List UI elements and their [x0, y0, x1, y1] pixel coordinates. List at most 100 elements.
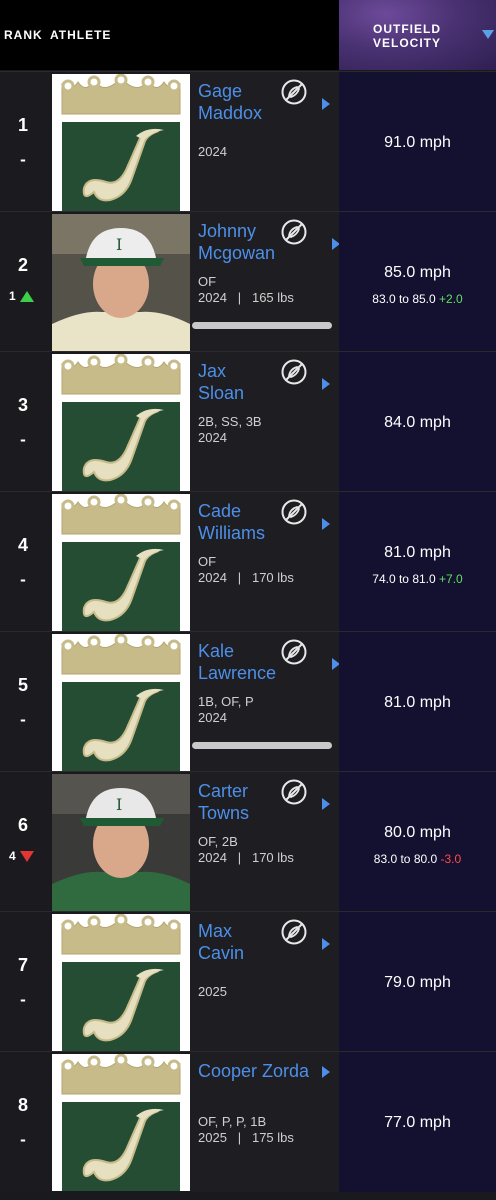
- rank-up-icon: [19, 290, 34, 302]
- leaderboard-row[interactable]: 64 I Carter Towns OF, 2B 2024 | 170 lbs 80.…: [0, 771, 496, 912]
- athlete-positions: OF: [198, 554, 217, 569]
- expand-arrow-icon[interactable]: [322, 938, 330, 950]
- rank-down-icon: [19, 850, 34, 862]
- athlete-info: Johnny Mcgowan OF 2024 | 165 lbs: [190, 212, 340, 352]
- sort-descending-icon[interactable]: [482, 30, 494, 39]
- rank-cell: 64: [0, 772, 50, 912]
- rank-column-header[interactable]: RANK: [4, 28, 43, 42]
- leaderboard-row[interactable]: 21 I Johnny Mcgowan OF 2024 | 165 lbs 85.0 …: [0, 211, 496, 352]
- velocity-cell: 80.0 mph 83.0 to 80.0 -3.0: [339, 772, 496, 912]
- team-logo-image[interactable]: [52, 74, 190, 211]
- team-logo-image[interactable]: [52, 634, 190, 771]
- athlete-positions: 2B, SS, 3B: [198, 414, 262, 429]
- team-logo-image[interactable]: [52, 1054, 190, 1191]
- athlete-class-weight: 2024: [198, 430, 227, 445]
- no-favorite-icon[interactable]: [280, 78, 308, 106]
- rank-cell: 7-: [0, 912, 50, 1052]
- rank-number: 2: [17, 255, 28, 275]
- leaderboard-row[interactable]: 4- Cade Williams OF 2024 | 170 lbs 81.0 mph…: [0, 491, 496, 632]
- velocity-value: 80.0 mph: [384, 824, 451, 841]
- athlete-column-header[interactable]: ATHLETE: [50, 28, 111, 42]
- expand-arrow-icon[interactable]: [322, 798, 330, 810]
- rank-change: -: [20, 570, 26, 589]
- rank-cell: 3-: [0, 352, 50, 492]
- player-photo[interactable]: I: [52, 214, 190, 351]
- velocity-cell: 79.0 mph: [339, 912, 496, 1052]
- velocity-cell: 84.0 mph: [339, 352, 496, 492]
- leaderboard-row[interactable]: 8- Cooper Zorda OF, P, P, 1B 2025 | 175 lb…: [0, 1051, 496, 1192]
- rank-change: -: [20, 710, 26, 729]
- leaderboard-row[interactable]: 7- Max Cavin 2025 79.0 mph: [0, 911, 496, 1052]
- velocity-range: 83.0 to 80.0 -3.0: [373, 852, 462, 866]
- no-favorite-icon[interactable]: [280, 778, 308, 806]
- horizontal-scrollbar[interactable]: [192, 322, 332, 329]
- team-logo-image[interactable]: [52, 354, 190, 491]
- rank-movement: 1: [9, 289, 34, 303]
- velocity-column-header[interactable]: OUTFIELD VELOCITY: [339, 0, 496, 70]
- rank-change: -: [20, 1130, 26, 1149]
- rank-number: 5: [17, 675, 28, 695]
- svg-text:I: I: [116, 795, 122, 814]
- player-photo[interactable]: I: [52, 774, 190, 911]
- horizontal-scrollbar[interactable]: [192, 742, 332, 749]
- rank-change: -: [20, 990, 26, 1009]
- expand-arrow-icon[interactable]: [322, 98, 330, 110]
- velocity-value: 81.0 mph: [384, 694, 451, 711]
- velocity-value: 77.0 mph: [384, 1114, 451, 1131]
- athlete-positions: OF: [198, 274, 217, 289]
- rank-change: -: [20, 430, 26, 449]
- rank-number: 1: [17, 115, 28, 135]
- athlete-info: Jax Sloan 2B, SS, 3B 2024: [190, 352, 339, 492]
- expand-arrow-icon[interactable]: [322, 1066, 330, 1078]
- rank-movement: 4: [9, 849, 34, 863]
- athlete-info: Gage Maddox 2024: [190, 72, 339, 212]
- no-favorite-icon[interactable]: [280, 498, 308, 526]
- rank-cell: 8-: [0, 1052, 50, 1192]
- athlete-name-link[interactable]: Cooper Zorda: [198, 1060, 333, 1082]
- team-logo-image[interactable]: [52, 494, 190, 631]
- athlete-class-weight: 2025 | 175 lbs: [198, 1130, 294, 1145]
- velocity-value: 85.0 mph: [384, 264, 451, 281]
- athlete-positions: OF, P, P, 1B: [198, 1114, 267, 1129]
- leaderboard-row[interactable]: 5 - Kale Lawrence 1B, OF, P 2024 81.0 mph: [0, 631, 496, 772]
- team-logo-image[interactable]: [52, 914, 190, 1051]
- velocity-value: 79.0 mph: [384, 974, 451, 991]
- athlete-class-weight: 2024: [198, 710, 227, 725]
- leaderboard-row[interactable]: 3- Jax Sloan 2B, SS, 3B 2024 84.0 mph: [0, 351, 496, 492]
- no-favorite-icon[interactable]: [280, 358, 308, 386]
- rank-number: 8: [17, 1095, 28, 1115]
- no-favorite-icon[interactable]: [280, 918, 308, 946]
- velocity-range: 74.0 to 81.0 +7.0: [372, 572, 463, 586]
- athlete-class: 2024: [198, 144, 227, 159]
- table-header: RANK ATHLETE OUTFIELD VELOCITY: [0, 0, 496, 70]
- velocity-cell: 81.0 mph 74.0 to 81.0 +7.0: [339, 492, 496, 632]
- velocity-cell: 77.0 mph: [339, 1052, 496, 1192]
- athlete-info: Kale Lawrence 1B, OF, P 2024: [190, 632, 340, 772]
- no-favorite-icon[interactable]: [280, 218, 308, 246]
- athlete-info: Max Cavin 2025: [190, 912, 339, 1052]
- velocity-delta: +7.0: [439, 572, 463, 586]
- athlete-class-weight: 2024 | 170 lbs: [198, 850, 294, 865]
- rank-cell: 1-: [0, 72, 50, 212]
- velocity-cell: 91.0 mph: [339, 72, 496, 212]
- velocity-cell: 85.0 mph 83.0 to 85.0 +2.0: [339, 212, 496, 352]
- athlete-info: Carter Towns OF, 2B 2024 | 170 lbs: [190, 772, 339, 912]
- athlete-info: Cooper Zorda OF, P, P, 1B 2025 | 175 lbs: [190, 1052, 339, 1192]
- rank-number: 3: [17, 395, 28, 415]
- athlete-info: Cade Williams OF 2024 | 170 lbs: [190, 492, 339, 632]
- athlete-positions: OF, 2B: [198, 834, 238, 849]
- athlete-class: 2025: [198, 984, 227, 999]
- rank-number: 6: [17, 815, 28, 835]
- expand-arrow-icon[interactable]: [322, 378, 330, 390]
- leaderboard-row[interactable]: 1- Gage Maddox 2024 91.0 mph: [0, 71, 496, 212]
- rank-cell: 21: [0, 212, 50, 352]
- velocity-column-label: OUTFIELD VELOCITY: [372, 22, 441, 50]
- rank-change: -: [20, 150, 26, 169]
- no-favorite-icon[interactable]: [280, 638, 308, 666]
- velocity-value: 81.0 mph: [384, 544, 451, 561]
- rank-number: 7: [17, 955, 28, 975]
- rank-move-count: 1: [9, 289, 16, 303]
- expand-arrow-icon[interactable]: [322, 518, 330, 530]
- velocity-delta: +2.0: [439, 292, 463, 306]
- svg-text:I: I: [116, 235, 122, 254]
